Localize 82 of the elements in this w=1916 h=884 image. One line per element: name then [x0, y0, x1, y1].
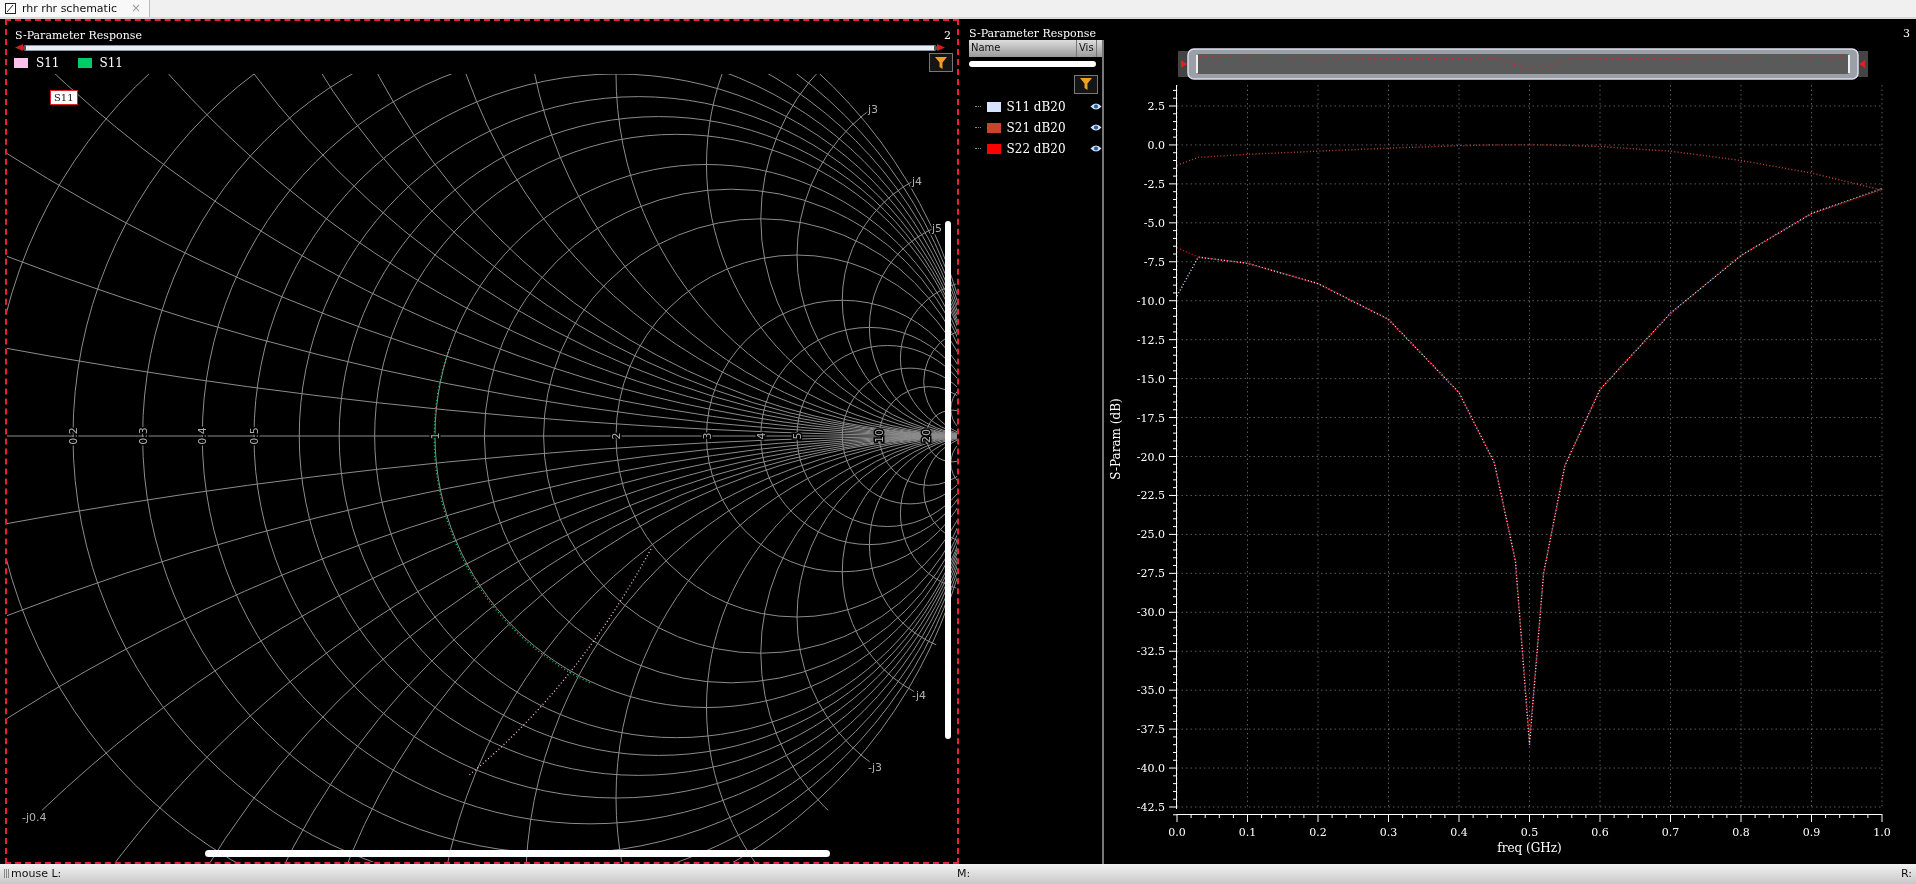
y-tick-label: -27.5: [1136, 566, 1165, 580]
status-text: M:: [957, 867, 971, 881]
y-tick-label: -37.5: [1136, 722, 1165, 736]
resistance-label: 10: [873, 428, 887, 443]
y-tick-label: -5.0: [1143, 216, 1165, 230]
y-tick-label: -30.0: [1136, 605, 1165, 619]
x-tick-label: 0.4: [1450, 825, 1468, 839]
x-axis-title: freq (GHz): [1497, 840, 1562, 855]
right-arrow-icon[interactable]: [937, 44, 945, 52]
range-slider[interactable]: [23, 44, 937, 51]
reactance-label: -j0.4: [22, 810, 47, 824]
resistance-label: 20: [920, 428, 934, 443]
trace-name[interactable]: S22 dB20: [1006, 141, 1084, 156]
y-tick-label: -17.5: [1136, 411, 1165, 425]
legend-label: S11: [99, 55, 123, 70]
panel-number: 2: [944, 28, 951, 42]
y-tick-label: -2.5: [1143, 177, 1165, 191]
filter-icon: [934, 55, 948, 70]
x-tick-label: 0.1: [1238, 825, 1257, 839]
document-icon: [5, 2, 16, 14]
status-text: R:: [1901, 867, 1912, 881]
status-text: mouse L:: [11, 867, 62, 881]
x-tick-label: 0.7: [1661, 825, 1680, 839]
grip-icon[interactable]: [4, 869, 9, 879]
y-tick-label: -32.5: [1136, 644, 1165, 658]
x-tick-label: 0.3: [1379, 825, 1398, 839]
document-tab[interactable]: rhr rhr schematic ×: [0, 0, 151, 17]
y-tick-label: -20.0: [1136, 450, 1165, 464]
column-header[interactable]: Vis: [1077, 39, 1097, 57]
trace-name[interactable]: S11 dB20: [1006, 99, 1084, 114]
reactance-label: -j4: [912, 688, 927, 702]
panel-number: 3: [1903, 26, 1910, 40]
reactance-label: j5: [932, 221, 943, 235]
x-tick-label: 1.0: [1873, 825, 1891, 839]
resistance-label: 3: [700, 432, 714, 440]
y-tick-label: 0.0: [1147, 138, 1165, 152]
y-tick-label: -35.0: [1136, 683, 1165, 697]
eye-icon[interactable]: [1090, 144, 1102, 154]
resistance-label: 1: [429, 432, 442, 440]
left-arrow-icon[interactable]: [15, 44, 23, 52]
tab-title: rhr rhr schematic: [22, 1, 118, 15]
horizontal-scrollbar[interactable]: [969, 60, 1096, 67]
y-axis-title: S-Param (dB): [1109, 397, 1123, 480]
x-tick-label: 0.8: [1732, 825, 1750, 839]
y-tick-label: 2.5: [1147, 99, 1165, 113]
resistance-label: 0.4: [196, 426, 210, 445]
x-tick-label: 0.2: [1309, 825, 1327, 839]
x-tick-label: 0.0: [1168, 825, 1186, 839]
reactance-label: j4: [912, 174, 923, 188]
y-tick-label: -42.5: [1136, 800, 1165, 814]
y-tick-label: -25.0: [1136, 527, 1165, 541]
x-tick-label: 0.9: [1802, 825, 1821, 839]
panel-title: S-Parameter Response: [969, 26, 1096, 40]
panel-title: S-Parameter Response: [15, 28, 142, 42]
x-tick-label: 0.6: [1591, 825, 1609, 839]
resistance-label: 4: [754, 432, 768, 440]
resistance-label: 5: [791, 432, 804, 440]
y-tick-label: -15.0: [1136, 372, 1165, 386]
filter-button[interactable]: [929, 53, 953, 73]
y-tick-label: -7.5: [1143, 255, 1165, 269]
vertical-scrollbar[interactable]: [945, 220, 951, 739]
reactance-label: -j3: [868, 760, 883, 774]
trace-name[interactable]: S21 dB20: [1006, 120, 1084, 135]
resistance-label: 2: [610, 432, 623, 440]
y-tick-label: -10.0: [1136, 294, 1165, 308]
y-tick-label: -12.5: [1136, 333, 1165, 347]
horizontal-scrollbar[interactable]: [205, 849, 830, 857]
filter-button[interactable]: [1074, 74, 1098, 94]
column-header[interactable]: Name: [969, 39, 1077, 57]
reactance-label: j3: [868, 102, 879, 116]
filter-icon: [1079, 77, 1093, 92]
legend-label: S11: [36, 55, 60, 70]
eye-icon[interactable]: [1090, 102, 1102, 112]
y-tick-label: -22.5: [1136, 489, 1165, 502]
y-tick-label: -40.0: [1136, 761, 1165, 775]
resistance-label: 0.2: [67, 426, 80, 445]
resistance-label: 0.5: [248, 426, 261, 445]
tooltip: S11: [50, 89, 78, 105]
overview-slider[interactable]: [1178, 47, 1868, 80]
eye-icon[interactable]: [1090, 123, 1102, 133]
resistance-label: 0.3: [136, 426, 150, 445]
x-tick-label: 0.5: [1520, 825, 1539, 839]
